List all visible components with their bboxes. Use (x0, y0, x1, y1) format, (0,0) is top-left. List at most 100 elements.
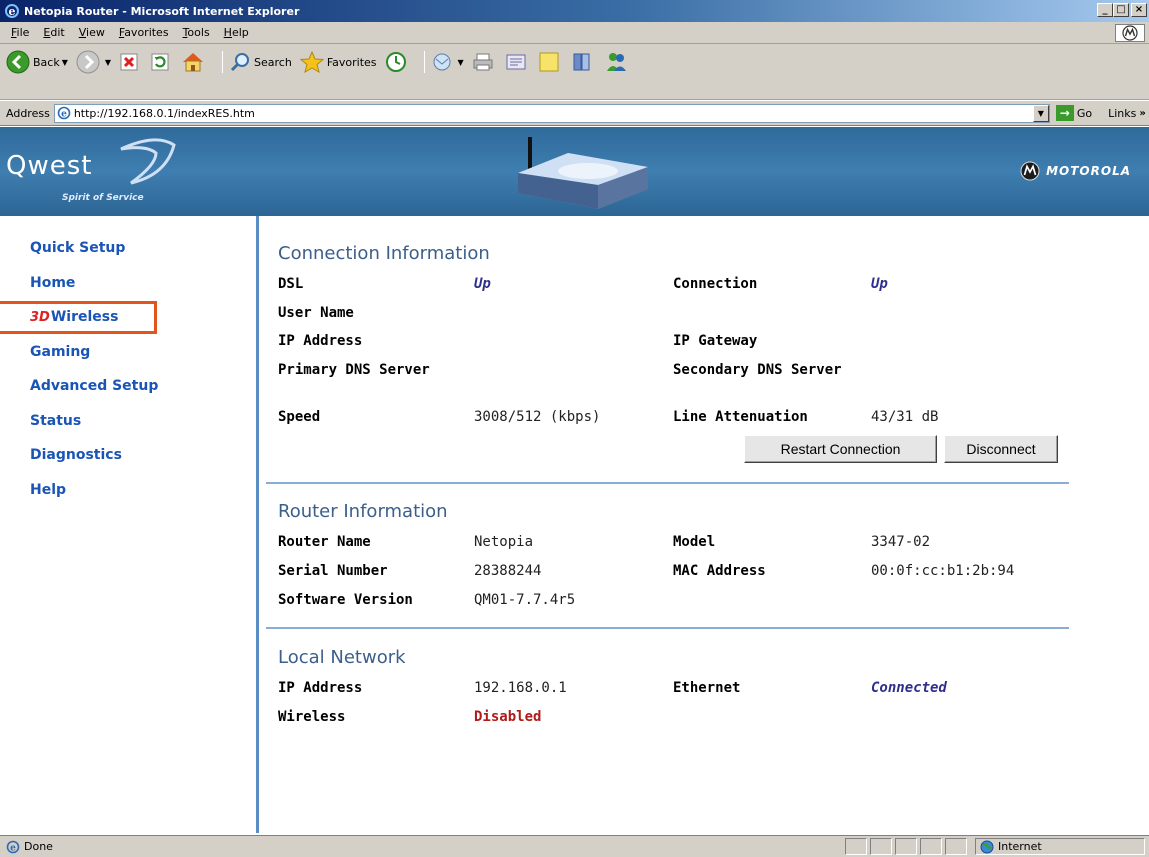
address-dropdown-icon[interactable]: ▼ (1032, 104, 1049, 122)
router-image (518, 137, 648, 209)
qwest-brand: Qwest (6, 151, 93, 181)
links-chevron-icon[interactable]: » (1139, 108, 1145, 119)
status-left: e Done (0, 840, 53, 854)
menu-favorites[interactable]: Favorites (112, 26, 176, 39)
qwest-tagline: Spirit of Service (62, 193, 144, 203)
globe-icon (980, 840, 994, 853)
discuss-button[interactable] (538, 51, 563, 73)
research-button[interactable] (571, 51, 596, 73)
chevron-down-icon[interactable]: ▼ (62, 58, 68, 67)
go-button[interactable]: → Go (1055, 105, 1092, 121)
minimize-button[interactable]: _ (1097, 3, 1113, 17)
mail-button[interactable]: ▼ (431, 52, 464, 72)
sidebar-divider (256, 216, 259, 833)
serial-number-label: Serial Number (278, 563, 388, 579)
line-attenuation-value: 43/31 dB (871, 409, 939, 425)
back-button[interactable]: Back ▼ (6, 50, 68, 74)
links-button[interactable]: Links (1108, 107, 1136, 120)
stop-icon (120, 53, 138, 71)
refresh-button[interactable] (150, 52, 173, 72)
page-done-icon: e (6, 840, 20, 853)
menu-tools[interactable]: Tools (176, 26, 217, 39)
chevron-down-icon[interactable]: ▼ (458, 58, 464, 67)
nav-gaming[interactable]: Gaming (30, 344, 158, 379)
page-icon: e (57, 106, 71, 120)
messenger-button[interactable] (604, 51, 631, 73)
history-button[interactable] (385, 51, 410, 73)
forward-button[interactable]: ▼ (76, 50, 111, 74)
nav-quick-setup[interactable]: Quick Setup (30, 240, 158, 275)
address-url: http://192.168.0.1/indexRES.htm (73, 106, 255, 120)
speed-value: 3008/512 (kbps) (474, 409, 601, 425)
browser-toolbar: Back ▼ ▼ Search Favorites ▼ (0, 44, 1149, 100)
dsl-value: Up (474, 276, 491, 292)
disconnect-button[interactable]: Disconnect (944, 435, 1058, 463)
line-attenuation-label: Line Attenuation (673, 409, 808, 425)
router-name-label: Router Name (278, 534, 371, 550)
status-pane (895, 838, 917, 855)
router-name-value: Netopia (474, 534, 534, 550)
forward-arrow-icon (76, 50, 100, 74)
back-label: Back (33, 55, 60, 69)
serial-number-value: 28388244 (474, 563, 542, 579)
mac-address-value: 00:0f:cc:b1:2b:94 (871, 563, 1015, 579)
address-input[interactable]: e http://192.168.0.1/indexRES.htm ▼ (53, 103, 1050, 123)
toolbar-separator (423, 51, 425, 73)
nav-help[interactable]: Help (30, 482, 158, 517)
address-label: Address (6, 106, 50, 120)
connection-label: Connection (673, 276, 758, 292)
toolbar-row: Back ▼ ▼ Search Favorites ▼ (0, 48, 639, 76)
window-controls: _ □ × (1097, 3, 1147, 17)
status-pane (870, 838, 892, 855)
svg-text:e: e (9, 5, 16, 18)
motorola-throbber-icon (1115, 24, 1145, 42)
edit-button[interactable] (505, 52, 530, 72)
nav-status[interactable]: Status (30, 413, 158, 448)
print-button[interactable] (472, 52, 497, 72)
window-title: Netopia Router - Microsoft Internet Expl… (24, 4, 300, 18)
dsl-label: DSL (278, 276, 304, 292)
menu-edit[interactable]: Edit (36, 26, 71, 39)
svg-text:e: e (61, 110, 67, 120)
refresh-icon (151, 53, 169, 71)
menu-file[interactable]: File (4, 26, 36, 39)
restart-connection-button[interactable]: Restart Connection (744, 435, 937, 463)
window-titlebar: e Netopia Router - Microsoft Internet Ex… (0, 0, 1149, 22)
history-icon (385, 52, 406, 72)
status-pane (845, 838, 867, 855)
search-icon (230, 53, 250, 72)
maximize-button[interactable]: □ (1113, 3, 1129, 17)
lan-ip-label: IP Address (278, 680, 363, 696)
toolbar-separator (222, 51, 224, 73)
mac-address-label: MAC Address (673, 563, 766, 579)
chevron-down-icon[interactable]: ▼ (105, 58, 111, 67)
zone-label: Internet (998, 840, 1042, 853)
motorola-logo: MOTOROLA (1020, 161, 1131, 181)
address-bar: Address e http://192.168.0.1/indexRES.ht… (0, 100, 1149, 126)
router-title: Router Information (278, 501, 448, 522)
wireless-value: Disabled (474, 709, 542, 725)
wireless-highlight-box (0, 301, 157, 334)
nav-advanced-setup[interactable]: Advanced Setup (30, 378, 158, 413)
stop-button[interactable] (119, 52, 142, 72)
ip-address-label: IP Address (278, 333, 363, 349)
section-divider (266, 482, 1069, 484)
note-icon (539, 52, 559, 72)
status-panes (845, 838, 970, 855)
go-arrow-icon: → (1055, 105, 1074, 121)
search-button[interactable]: Search (229, 51, 292, 73)
section-divider (266, 627, 1069, 629)
menu-help[interactable]: Help (217, 26, 256, 39)
primary-dns-label: Primary DNS Server (278, 362, 430, 378)
home-button[interactable] (181, 51, 208, 73)
status-pane (945, 838, 967, 855)
status-text: Done (24, 840, 53, 853)
menu-view[interactable]: View (72, 26, 112, 39)
ethernet-label: Ethernet (673, 680, 741, 696)
username-label: User Name (278, 305, 354, 321)
nav-diagnostics[interactable]: Diagnostics (30, 447, 158, 482)
close-button[interactable]: × (1131, 3, 1147, 17)
favorites-button[interactable]: Favorites (299, 51, 377, 73)
connection-value: Up (871, 276, 888, 292)
menu-bar: File Edit View Favorites Tools Help (0, 22, 1149, 44)
